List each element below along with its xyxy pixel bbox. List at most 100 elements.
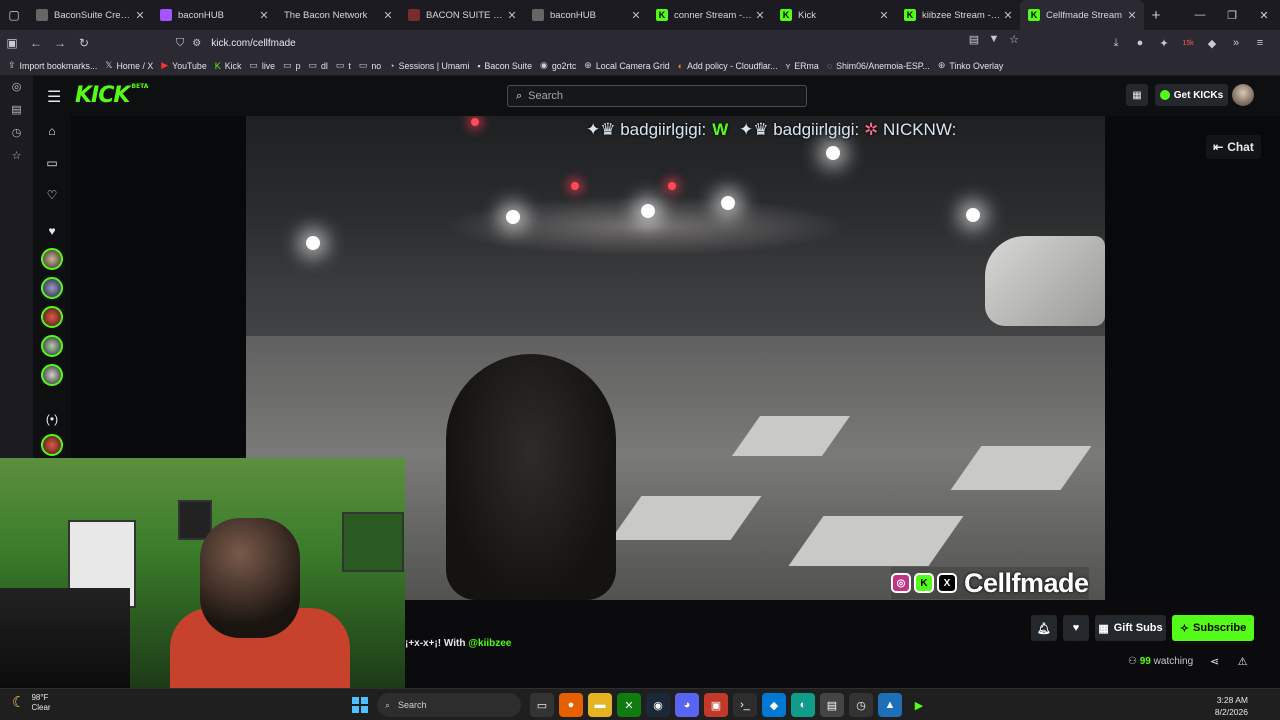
kick-logo[interactable]: KICK BETA: [75, 83, 148, 108]
followed-channel-avatar[interactable]: [41, 364, 63, 386]
xbox-icon[interactable]: ✕: [617, 693, 641, 717]
synced-tabs-icon[interactable]: ▤: [0, 99, 33, 122]
gift-subs-button[interactable]: ▦ Gift Subs: [1095, 615, 1166, 641]
system-clock[interactable]: 3:28 AM 8/2/2026: [1215, 694, 1248, 718]
bookmark-folder[interactable]: ▭ live: [249, 60, 275, 71]
report-icon[interactable]: ⚠: [1238, 656, 1248, 668]
ai-chatbot-icon[interactable]: ◎: [0, 76, 33, 99]
forward-icon[interactable]: →: [48, 30, 72, 56]
close-tab-icon[interactable]: ✕: [134, 9, 146, 22]
sidebar-toggle-icon[interactable]: ▣: [0, 30, 24, 56]
home-icon[interactable]: ⌂: [33, 124, 71, 138]
shield-icon[interactable]: ⛉: [176, 37, 184, 50]
screenshot-icon[interactable]: ▤: [964, 33, 984, 46]
file-explorer-icon[interactable]: ▬: [588, 693, 612, 717]
close-tab-icon[interactable]: ✕: [1126, 9, 1138, 22]
bookmark-folder[interactable]: ▭ no: [359, 60, 381, 71]
close-tab-icon[interactable]: ✕: [506, 9, 518, 22]
extension-icon[interactable]: ●: [1128, 37, 1152, 49]
notification-bell-button[interactable]: 🔔︎: [1031, 615, 1057, 641]
bookmark-item[interactable]: ▶ YouTube: [161, 60, 207, 71]
tab[interactable]: Kconner Stream - Watch✕: [648, 0, 772, 30]
subscribe-button[interactable]: ✧ Subscribe: [1172, 615, 1254, 641]
weather-widget[interactable]: ☾ 98°F Clear: [12, 693, 51, 713]
taskbar-search[interactable]: ⌕ Search: [377, 693, 521, 717]
tab-list-icon[interactable]: ▢: [0, 0, 28, 30]
close-tab-icon[interactable]: ✕: [754, 9, 766, 22]
bookmark-item[interactable]: ⊕ Tinko Overlay: [938, 60, 1003, 71]
bookmark-item[interactable]: K Kick: [215, 61, 242, 71]
windows-start-icon[interactable]: [352, 697, 368, 713]
clock-app-icon[interactable]: ◷: [849, 693, 873, 717]
tab[interactable]: baconHUB ✕: [524, 0, 648, 30]
tab[interactable]: Kkiibzee Stream - W ✕: [896, 0, 1020, 30]
tab[interactable]: BACON SUITE V4 // COR✕: [400, 0, 524, 30]
followed-channel-avatar[interactable]: [41, 277, 63, 299]
bookmark-folder[interactable]: ▭ t: [336, 60, 351, 71]
history-icon[interactable]: ◷: [0, 122, 33, 145]
tab[interactable]: BaconSuite Creator Dashbo✕: [28, 0, 152, 30]
discord-icon[interactable]: ◕: [675, 693, 699, 717]
app-red-icon[interactable]: ▣: [704, 693, 728, 717]
bookmark-folder[interactable]: ▭ dl: [309, 60, 328, 71]
address-bar[interactable]: ⛉ ⚙ kick.com/cellfmade ▤ ▼ ☆: [176, 33, 1024, 53]
tab[interactable]: The Bacon Network ✕: [276, 0, 400, 30]
task-view-icon[interactable]: ▭: [530, 693, 554, 717]
followed-channel-avatar[interactable]: [41, 248, 63, 270]
app-menu-icon[interactable]: ≡: [1248, 37, 1272, 49]
download-icon[interactable]: ⤓: [1104, 37, 1128, 50]
bookmark-item[interactable]: ʏ ERma: [786, 61, 819, 71]
pocket-icon[interactable]: ▼: [984, 33, 1004, 46]
bookmark-star-icon[interactable]: ☆: [1004, 33, 1024, 46]
browse-icon[interactable]: ▭: [33, 156, 71, 170]
close-window-icon[interactable]: ✕: [1248, 0, 1280, 30]
photos-icon[interactable]: ▲: [878, 693, 902, 717]
minimize-icon[interactable]: —: [1184, 0, 1216, 30]
app-window-icon[interactable]: ▤: [820, 693, 844, 717]
close-tab-icon[interactable]: ✕: [630, 9, 642, 22]
steam-icon[interactable]: ◉: [646, 693, 670, 717]
firefox-icon[interactable]: ●: [559, 693, 583, 717]
overflow-icon[interactable]: »: [1224, 37, 1248, 49]
tab-active[interactable]: K Cellfmade Stream ✕: [1020, 0, 1144, 30]
search-input[interactable]: ⌕ Search: [507, 85, 807, 107]
terminal-icon[interactable]: ›_: [733, 693, 757, 717]
site-info-icon[interactable]: ⚙: [192, 38, 201, 49]
extensions-puzzle-icon[interactable]: ✦: [1152, 37, 1176, 50]
bookmark-item[interactable]: ◌ Shim06/Anemoia-ESP...: [827, 61, 930, 71]
bookmark-item[interactable]: ◐ Add policy - Cloudflar...: [678, 61, 778, 71]
reload-icon[interactable]: ↻: [72, 30, 96, 56]
user-avatar[interactable]: [1232, 84, 1254, 106]
close-tab-icon[interactable]: ✕: [1002, 9, 1014, 22]
vscode-icon[interactable]: ◆: [762, 693, 786, 717]
new-tab-button[interactable]: +: [1144, 7, 1168, 24]
bookmark-folder[interactable]: ▭ p: [283, 60, 300, 71]
tab[interactable]: baconHUB ✕: [152, 0, 276, 30]
kick-app-icon[interactable]: ▶: [907, 693, 931, 717]
bookmarks-icon[interactable]: ☆: [0, 145, 33, 168]
close-tab-icon[interactable]: ✕: [878, 9, 890, 22]
dashboard-icon[interactable]: ▦: [1126, 84, 1148, 106]
live-channel-avatar[interactable]: [41, 434, 63, 456]
tab[interactable]: K Kick ✕: [772, 0, 896, 30]
share-icon[interactable]: ⋖: [1210, 656, 1219, 668]
followed-channel-avatar[interactable]: [41, 335, 63, 357]
following-icon[interactable]: ♡: [33, 188, 71, 202]
chat-toggle-button[interactable]: ⇤ Chat: [1206, 135, 1261, 159]
close-tab-icon[interactable]: ✕: [382, 9, 394, 22]
menu-icon[interactable]: ☰: [47, 87, 61, 107]
bookmark-item[interactable]: ◔ Sessions | Umami: [389, 61, 469, 71]
back-icon[interactable]: ←: [24, 30, 48, 56]
stream-mention-link[interactable]: @kiibzee: [468, 638, 511, 649]
get-kicks-button[interactable]: Get KICKs: [1155, 84, 1228, 106]
bookmark-item[interactable]: ⊕ Local Camera Grid: [584, 60, 669, 71]
edge-icon[interactable]: ◐: [791, 693, 815, 717]
follow-button[interactable]: ♥: [1063, 615, 1089, 641]
url-text[interactable]: kick.com/cellfmade: [211, 38, 295, 49]
bookmark-item[interactable]: ▪ Bacon Suite: [477, 61, 532, 71]
bookmark-item[interactable]: ⇪ Import bookmarks...: [8, 60, 97, 71]
profile-extension-icon[interactable]: ◆: [1200, 37, 1224, 50]
bookmark-item[interactable]: ◉ go2rtc: [540, 60, 576, 71]
close-tab-icon[interactable]: ✕: [258, 9, 270, 22]
maximize-icon[interactable]: ❐: [1216, 0, 1248, 30]
